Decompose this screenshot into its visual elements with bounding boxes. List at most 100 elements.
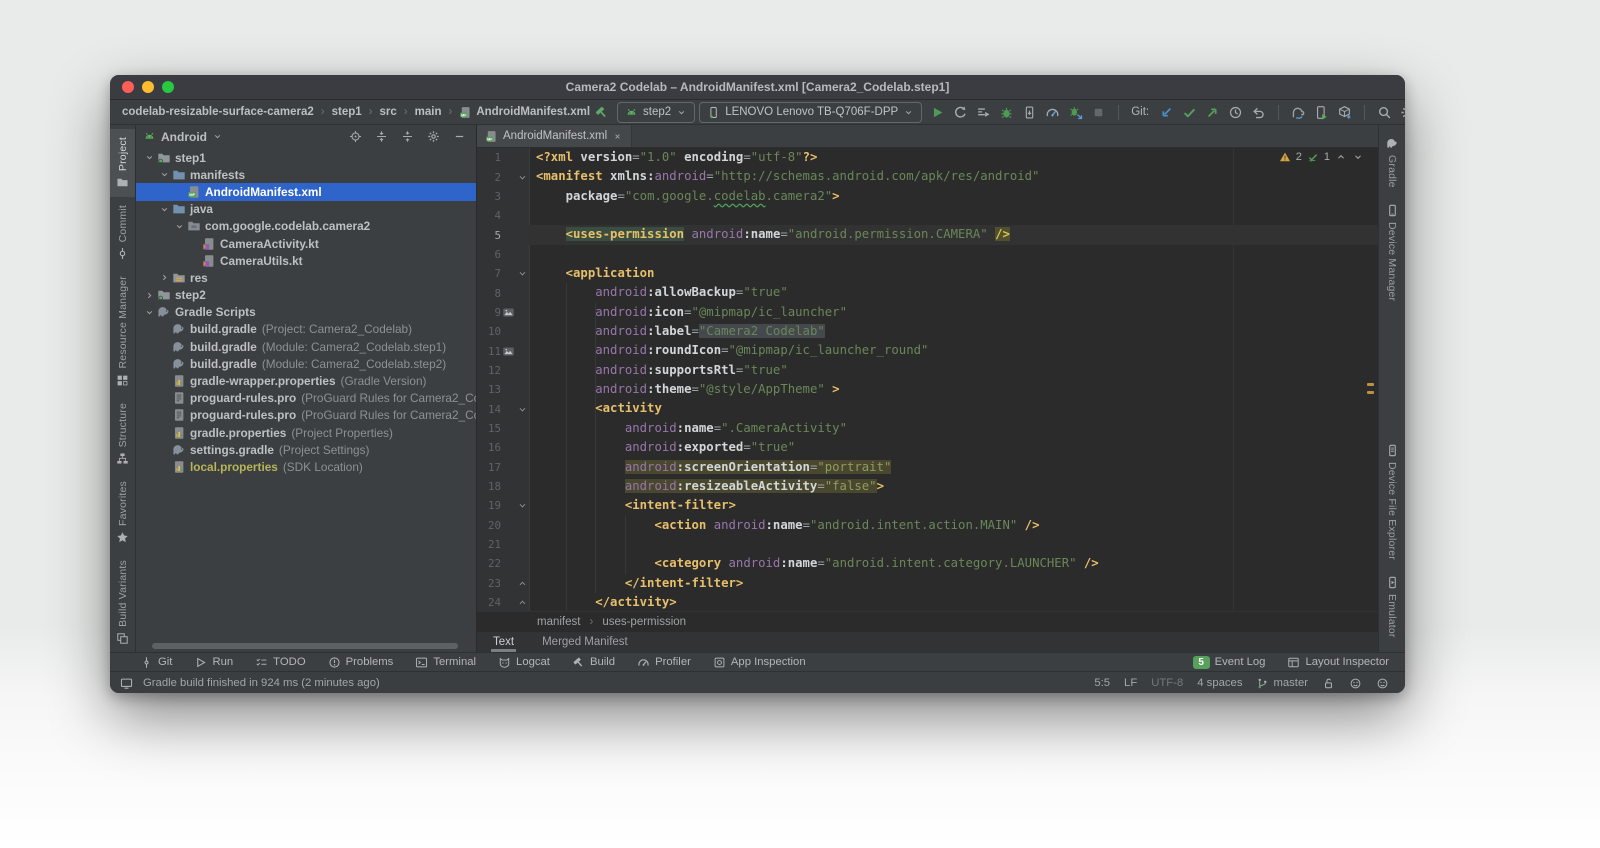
toolwindow-button-problems[interactable]: Problems [328, 656, 393, 669]
toolwindow-emulator[interactable]: Emulator [1379, 568, 1405, 646]
file-encoding[interactable]: UTF-8 [1151, 677, 1183, 689]
apply-code-changes-button[interactable] [972, 102, 995, 122]
next-issue-button[interactable] [1352, 151, 1364, 163]
code-line-18[interactable]: 18 android:resizeableActivity="false"> [477, 477, 1378, 496]
code-line-24[interactable]: 24 </activity> [477, 593, 1378, 611]
line-separator[interactable]: LF [1124, 677, 1137, 689]
toolwindow-gradle[interactable]: Gradle [1379, 129, 1405, 196]
code-line-7[interactable]: 7 <application [477, 264, 1378, 283]
code-line-20[interactable]: 20 <action android:name="android.intent.… [477, 516, 1378, 535]
code-line-21[interactable]: 21 [477, 535, 1378, 554]
breadcrumb-item-step1[interactable]: step1 [332, 106, 362, 118]
minimize-window-button[interactable] [142, 81, 154, 93]
project-view-selector[interactable]: Android [161, 130, 207, 144]
readonly-toggle[interactable] [1322, 677, 1335, 690]
tree-item-proguard-rules-pro[interactable]: proguard-rules.pro (ProGuard Rules for Ca… [136, 390, 476, 407]
code-line-6[interactable]: 6 [477, 245, 1378, 264]
tree-item-res[interactable]: res [136, 269, 476, 286]
indent-setting[interactable]: 4 spaces [1197, 677, 1242, 689]
reader-mode-toggle[interactable] [1349, 677, 1362, 690]
code-line-14[interactable]: 14 <activity [477, 399, 1378, 418]
toolwindow-device-manager[interactable]: Device Manager [1379, 196, 1405, 309]
hide-panel-button[interactable] [450, 127, 468, 147]
toolwindow-button-event-log[interactable]: 5 Event Log [1192, 655, 1265, 669]
code-line-15[interactable]: 15 android:name=".CameraActivity" [477, 419, 1378, 438]
tree-item-step2[interactable]: step2 [136, 287, 476, 304]
image-preview-icon[interactable] [501, 306, 516, 319]
apply-changes-restart-button[interactable] [949, 102, 972, 122]
git-branch-widget[interactable]: master [1256, 677, 1308, 690]
sdk-manager-button[interactable] [1333, 102, 1356, 122]
toolwindow-favorites[interactable]: Favorites [110, 473, 135, 552]
toolwindow-button-profiler[interactable]: Profiler [637, 656, 691, 669]
close-window-button[interactable] [122, 81, 134, 93]
push-button[interactable] [1201, 102, 1224, 122]
device-select[interactable]: LENOVO Lenovo TB-Q706F-DPP [699, 101, 923, 123]
chevron-down-icon[interactable] [144, 152, 155, 163]
locate-file-button[interactable] [346, 127, 364, 147]
chevron-down-icon[interactable] [159, 169, 170, 180]
code-line-16[interactable]: 16 android:exported="true" [477, 438, 1378, 457]
manifest-tab-merged-manifest[interactable]: Merged Manifest [540, 632, 630, 652]
fold-end-icon[interactable] [516, 597, 529, 608]
fold-end-icon[interactable] [516, 578, 529, 589]
device-manager-button[interactable] [1310, 102, 1333, 122]
editor-tab-androidmanifest[interactable]: MF AndroidManifest.xml [477, 125, 633, 147]
tree-item-gradle-scripts[interactable]: Gradle Scripts [136, 304, 476, 321]
code-line-11[interactable]: 11 android:roundIcon="@mipmap/ic_launche… [477, 341, 1378, 360]
toolwindow-button-git[interactable]: Git [140, 656, 172, 669]
fold-region-icon[interactable] [516, 268, 529, 279]
toolwindow-toggle-icon[interactable] [120, 677, 133, 690]
manifest-tab-text[interactable]: Text [491, 632, 516, 652]
feedback-widget[interactable] [1376, 677, 1389, 690]
profile-button[interactable] [1041, 102, 1064, 122]
tree-item-androidmanifest-xml[interactable]: MF AndroidManifest.xml [136, 183, 476, 201]
history-button[interactable] [1224, 102, 1247, 122]
code-line-2[interactable]: 2 <manifest xmlns:android="http://schemas… [477, 167, 1378, 186]
code-line-1[interactable]: 1 <?xml version="1.0" encoding="utf-8"?> [477, 148, 1378, 167]
breadcrumb-item-src[interactable]: src [380, 106, 397, 118]
search-everywhere-button[interactable] [1373, 102, 1396, 122]
tree-item-build-gradle[interactable]: build.gradle (Project: Camera2_Codelab) [136, 321, 476, 338]
toolwindow-button-logcat[interactable]: Logcat [498, 656, 550, 669]
chevron-right-icon[interactable] [144, 290, 155, 301]
toolwindow-commit[interactable]: Commit [110, 197, 135, 268]
tree-item-camerautils-kt[interactable]: CameraUtils.kt [136, 252, 476, 269]
toolwindow-button-todo[interactable]: TODO [255, 656, 306, 669]
image-preview-icon[interactable] [501, 345, 516, 358]
collapse-all-button[interactable] [398, 127, 416, 147]
breadcrumb-item-androidmanifest-xml[interactable]: MF AndroidManifest.xml [459, 106, 590, 119]
breadcrumb-item-codelab-resizable-surface-camera2[interactable]: codelab-resizable-surface-camera2 [122, 106, 314, 118]
horizontal-scrollbar[interactable] [152, 643, 458, 649]
zoom-window-button[interactable] [162, 81, 174, 93]
panel-settings-button[interactable] [424, 127, 442, 147]
sync-gradle-button[interactable] [1287, 102, 1310, 122]
debug-button[interactable] [995, 102, 1018, 122]
code-line-23[interactable]: 23 </intent-filter> [477, 574, 1378, 593]
code-line-19[interactable]: 19 <intent-filter> [477, 496, 1378, 515]
tree-item-step1[interactable]: step1 [136, 149, 476, 166]
chevron-down-icon[interactable] [144, 307, 155, 318]
toolwindow-button-build[interactable]: Build [572, 656, 615, 669]
rollback-button[interactable] [1247, 102, 1270, 122]
code-line-3[interactable]: 3 package="com.google.codelab.camera2"> [477, 187, 1378, 206]
expand-all-button[interactable] [372, 127, 390, 147]
tree-item-gradle-properties[interactable]: gradle.properties (Project Properties) [136, 424, 476, 441]
update-project-button[interactable] [1155, 102, 1178, 122]
commit-button[interactable] [1178, 102, 1201, 122]
build-project-button[interactable] [590, 102, 613, 122]
close-icon[interactable] [612, 131, 623, 142]
attach-debugger-button[interactable] [1064, 102, 1087, 122]
chevron-down-icon[interactable] [212, 131, 223, 142]
caret-position[interactable]: 5:5 [1094, 677, 1110, 689]
code-line-17[interactable]: 17 android:screenOrientation="portrait" [477, 458, 1378, 477]
chevron-right-icon[interactable] [159, 272, 170, 283]
code-line-22[interactable]: 22 <category android:name="android.inten… [477, 554, 1378, 573]
chevron-down-icon[interactable] [174, 221, 185, 232]
breadcrumb-uses-permission[interactable]: uses-permission [602, 616, 686, 628]
breadcrumb-item-main[interactable]: main [415, 106, 442, 118]
settings-button[interactable] [1396, 102, 1405, 122]
scrollbar-warning-mark[interactable] [1367, 383, 1374, 386]
fold-region-icon[interactable] [516, 500, 529, 511]
tree-item-java[interactable]: java [136, 201, 476, 218]
